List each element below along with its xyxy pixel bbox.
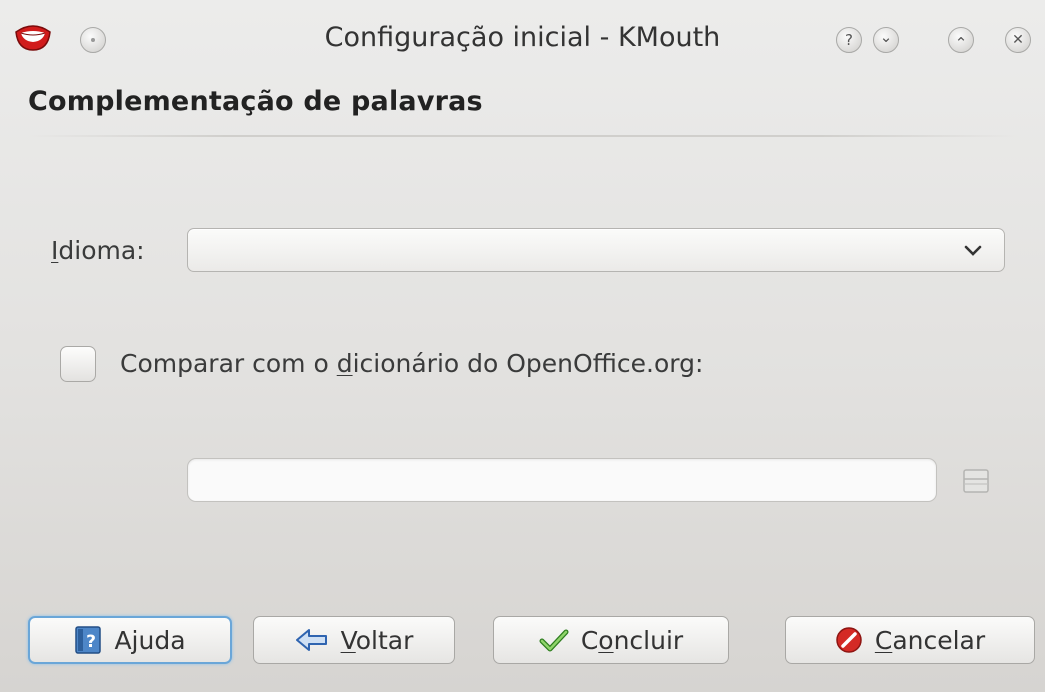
cancel-button[interactable]: Cancelar (785, 616, 1035, 664)
cancel-icon (836, 627, 862, 653)
compare-dictionary-label[interactable]: Comparar com o dicionário do OpenOffice.… (120, 349, 703, 378)
maximize-button[interactable]: ⌃ (948, 27, 974, 53)
close-button[interactable]: ✕ (1005, 27, 1031, 53)
arrow-left-icon (295, 629, 327, 651)
language-select[interactable] (187, 228, 1005, 272)
finish-button-label: Concluir (580, 625, 684, 655)
help-book-icon: ? (75, 626, 102, 654)
dictionary-path-input[interactable] (187, 458, 937, 502)
help-button-label: Ajuda (114, 625, 186, 655)
language-label: Idioma: (51, 236, 145, 265)
back-button[interactable]: Voltar (253, 616, 455, 664)
close-icon: ✕ (1012, 32, 1024, 48)
chevron-down-icon: ⌄ (879, 28, 893, 46)
chevron-up-icon: ⌃ (954, 34, 968, 52)
checkmark-icon (539, 629, 569, 652)
cancel-button-label: Cancelar (874, 625, 986, 655)
minimize-button[interactable]: ⌄ (873, 27, 899, 53)
heading-divider (28, 135, 1018, 137)
document-open-icon[interactable] (962, 466, 990, 496)
chevron-down-icon (964, 245, 982, 256)
back-button-label: Voltar (340, 625, 414, 655)
help-title-button[interactable]: ? (836, 27, 862, 53)
compare-dictionary-checkbox[interactable] (60, 346, 96, 382)
question-icon: ? (845, 31, 853, 49)
finish-button[interactable]: Concluir (493, 616, 729, 664)
help-button[interactable]: ? Ajuda (28, 616, 232, 664)
page-title: Complementação de palavras (28, 86, 483, 117)
svg-text:?: ? (87, 632, 97, 652)
title-bar[interactable]: Configuração inicial - KMouth ? ⌄ ⌃ ✕ (0, 0, 1045, 82)
